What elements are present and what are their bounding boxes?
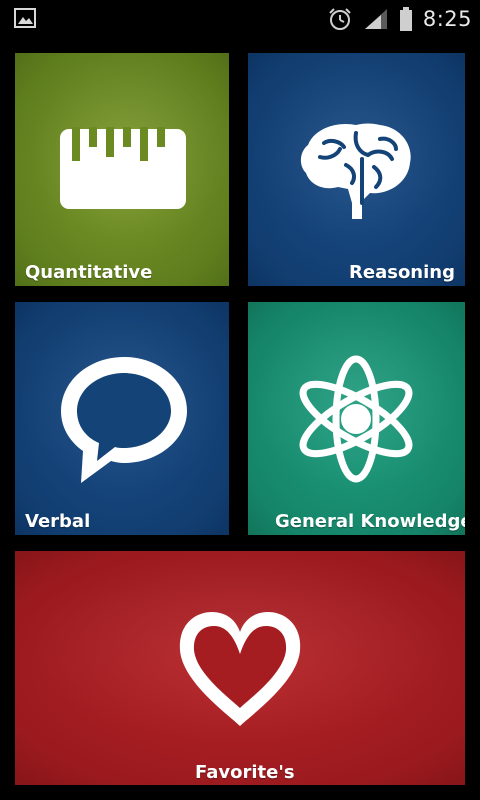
alarm-icon [329,8,351,30]
tile-label-general-knowledge: General Knowledge [275,511,465,532]
image-icon [14,8,36,28]
tile-reasoning[interactable]: Reasoning [248,53,465,286]
atom-icon [299,355,413,483]
tile-label-quantitative: Quantitative [25,262,153,283]
status-icons: 8:25 [327,4,472,34]
tile-label-reasoning: Reasoning [349,262,455,283]
tile-label-verbal: Verbal [25,511,91,532]
tile-favorites[interactable]: Favorite's [15,551,465,785]
tile-general-knowledge[interactable]: General Knowledge [248,302,465,535]
status-bar: 8:25 [0,0,480,38]
tile-label-favorites: Favorite's [195,762,295,783]
heart-icon [179,612,301,726]
tile-quantitative[interactable]: Quantitative [15,53,229,286]
ruler-icon [60,127,186,209]
signal-icon [364,9,387,29]
battery-icon [399,7,412,31]
speech-bubble-icon [61,357,187,483]
brain-icon [300,123,411,219]
clock-time: 8:25 [422,7,472,31]
tile-verbal[interactable]: Verbal [15,302,229,535]
